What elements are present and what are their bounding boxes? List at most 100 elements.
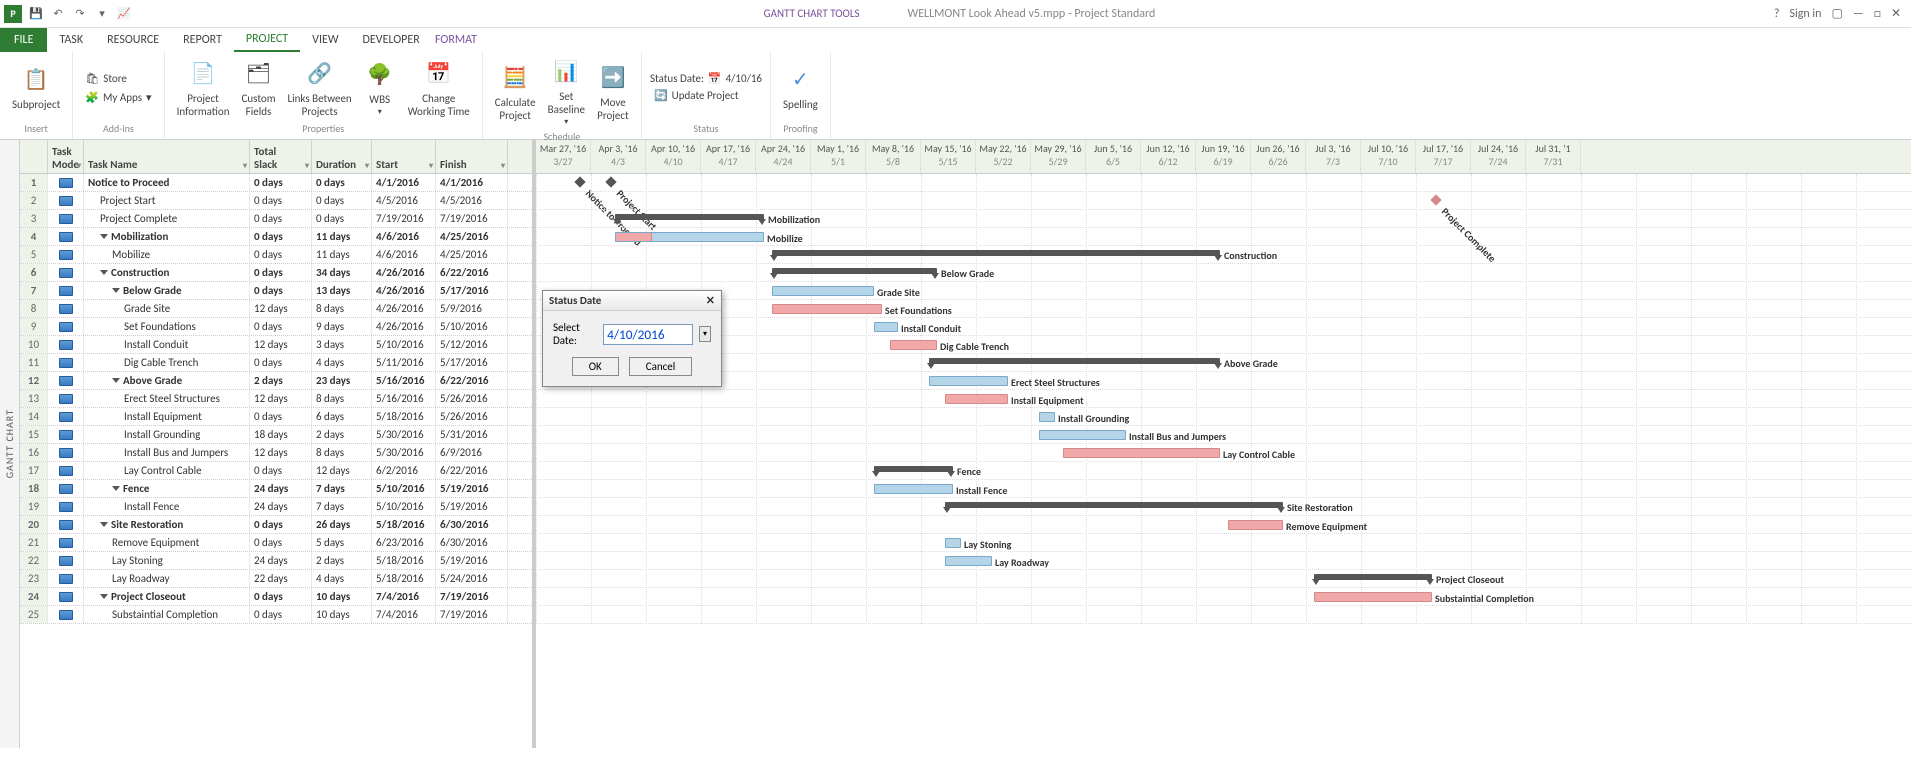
task-name-cell[interactable]: Fence bbox=[84, 480, 250, 497]
table-row[interactable]: 22Lay Stoning24 days2 days5/18/20165/19/… bbox=[20, 552, 532, 570]
dialog-date-dropdown[interactable]: ▾ bbox=[699, 326, 711, 342]
row-number[interactable]: 13 bbox=[20, 390, 48, 407]
row-number[interactable]: 4 bbox=[20, 228, 48, 245]
gantt-row[interactable]: Mobilization bbox=[536, 210, 1911, 228]
slack-cell[interactable]: 12 days bbox=[250, 390, 312, 407]
table-row[interactable]: 21Remove Equipment0 days5 days6/23/20166… bbox=[20, 534, 532, 552]
gantt-row[interactable]: Lay Roadway bbox=[536, 552, 1911, 570]
gantt-task-bar[interactable]: Lay Roadway bbox=[945, 556, 992, 566]
minimize-icon[interactable]: — bbox=[1853, 7, 1864, 21]
row-number[interactable]: 18 bbox=[20, 480, 48, 497]
gantt-summary-bar[interactable]: Fence bbox=[874, 466, 953, 472]
start-cell[interactable]: 4/26/2016 bbox=[372, 300, 436, 317]
slack-cell[interactable]: 0 days bbox=[250, 354, 312, 371]
row-number[interactable]: 8 bbox=[20, 300, 48, 317]
start-cell[interactable]: 5/10/2016 bbox=[372, 336, 436, 353]
wbs-button[interactable]: 🌳WBS▾ bbox=[360, 57, 400, 120]
row-number[interactable]: 6 bbox=[20, 264, 48, 281]
gantt-row[interactable]: Erect Steel Structures bbox=[536, 372, 1911, 390]
gantt-task-bar[interactable]: Remove Equipment bbox=[1228, 520, 1283, 530]
task-name-cell[interactable]: Erect Steel Structures bbox=[84, 390, 250, 407]
start-cell[interactable]: 5/18/2016 bbox=[372, 552, 436, 569]
task-name-cell[interactable]: Install Conduit bbox=[84, 336, 250, 353]
task-mode-cell[interactable] bbox=[48, 552, 84, 569]
start-cell[interactable]: 5/18/2016 bbox=[372, 570, 436, 587]
row-number[interactable]: 24 bbox=[20, 588, 48, 605]
duration-cell[interactable]: 7 days bbox=[312, 480, 372, 497]
slack-cell[interactable]: 0 days bbox=[250, 210, 312, 227]
gantt-task-bar[interactable]: Mobilize bbox=[615, 232, 764, 242]
finish-cell[interactable]: 5/31/2016 bbox=[436, 426, 508, 443]
start-cell[interactable]: 5/18/2016 bbox=[372, 408, 436, 425]
gantt-summary-bar[interactable]: Site Restoration bbox=[945, 502, 1283, 508]
col-task-mode[interactable]: Task Mode▾ bbox=[48, 140, 84, 173]
gantt-row[interactable]: Fence bbox=[536, 462, 1911, 480]
table-row[interactable]: 1Notice to Proceed0 days0 days4/1/20164/… bbox=[20, 174, 532, 192]
table-row[interactable]: 20Site Restoration0 days26 days5/18/2016… bbox=[20, 516, 532, 534]
slack-cell[interactable]: 0 days bbox=[250, 516, 312, 533]
finish-cell[interactable]: 5/26/2016 bbox=[436, 390, 508, 407]
duration-cell[interactable]: 8 days bbox=[312, 300, 372, 317]
slack-cell[interactable]: 24 days bbox=[250, 552, 312, 569]
gantt-row[interactable]: Set Foundations bbox=[536, 300, 1911, 318]
duration-cell[interactable]: 11 days bbox=[312, 246, 372, 263]
finish-cell[interactable]: 4/5/2016 bbox=[436, 192, 508, 209]
table-row[interactable]: 4Mobilization0 days11 days4/6/20164/25/2… bbox=[20, 228, 532, 246]
duration-cell[interactable]: 9 days bbox=[312, 318, 372, 335]
task-name-cell[interactable]: Construction bbox=[84, 264, 250, 281]
finish-cell[interactable]: 4/1/2016 bbox=[436, 174, 508, 191]
row-number[interactable]: 2 bbox=[20, 192, 48, 209]
gantt-task-bar[interactable]: Lay Control Cable bbox=[1063, 448, 1220, 458]
slack-cell[interactable]: 2 days bbox=[250, 372, 312, 389]
task-mode-cell[interactable] bbox=[48, 210, 84, 227]
duration-cell[interactable]: 26 days bbox=[312, 516, 372, 533]
table-row[interactable]: 12Above Grade2 days23 days5/16/20166/22/… bbox=[20, 372, 532, 390]
ribbon-collapse-icon[interactable]: ▢ bbox=[1831, 6, 1842, 21]
row-number[interactable]: 10 bbox=[20, 336, 48, 353]
slack-cell[interactable]: 0 days bbox=[250, 246, 312, 263]
task-name-cell[interactable]: Mobilize bbox=[84, 246, 250, 263]
calculate-project-button[interactable]: 🧮Calculate Project bbox=[491, 60, 540, 124]
row-number[interactable]: 5 bbox=[20, 246, 48, 263]
project-info-button[interactable]: 📄Project Information bbox=[173, 56, 234, 120]
start-cell[interactable]: 6/2/2016 bbox=[372, 462, 436, 479]
finish-cell[interactable]: 6/22/2016 bbox=[436, 264, 508, 281]
slack-cell[interactable]: 22 days bbox=[250, 570, 312, 587]
task-mode-cell[interactable] bbox=[48, 462, 84, 479]
tab-view[interactable]: VIEW bbox=[300, 29, 350, 51]
duration-cell[interactable]: 5 days bbox=[312, 534, 372, 551]
dialog-cancel-button[interactable]: Cancel bbox=[629, 357, 693, 376]
row-number[interactable]: 12 bbox=[20, 372, 48, 389]
task-name-cell[interactable]: Above Grade bbox=[84, 372, 250, 389]
gantt-summary-bar[interactable]: Above Grade bbox=[929, 358, 1220, 364]
links-between-button[interactable]: 🔗Links Between Projects bbox=[284, 56, 356, 120]
col-finish[interactable]: Finish▾ bbox=[436, 140, 508, 173]
start-cell[interactable]: 5/18/2016 bbox=[372, 516, 436, 533]
store-button[interactable]: 🛍Store bbox=[81, 70, 155, 87]
activity-icon[interactable]: 📈 bbox=[116, 6, 132, 22]
start-cell[interactable]: 7/4/2016 bbox=[372, 588, 436, 605]
task-mode-cell[interactable] bbox=[48, 408, 84, 425]
start-cell[interactable]: 4/6/2016 bbox=[372, 246, 436, 263]
row-number[interactable]: 25 bbox=[20, 606, 48, 623]
start-cell[interactable]: 5/10/2016 bbox=[372, 498, 436, 515]
duration-cell[interactable]: 8 days bbox=[312, 390, 372, 407]
table-row[interactable]: 6Construction0 days34 days4/26/20166/22/… bbox=[20, 264, 532, 282]
start-cell[interactable]: 5/11/2016 bbox=[372, 354, 436, 371]
task-mode-cell[interactable] bbox=[48, 174, 84, 191]
finish-cell[interactable]: 6/30/2016 bbox=[436, 534, 508, 551]
duration-cell[interactable]: 4 days bbox=[312, 570, 372, 587]
task-mode-cell[interactable] bbox=[48, 318, 84, 335]
task-mode-cell[interactable] bbox=[48, 336, 84, 353]
tab-resource[interactable]: RESOURCE bbox=[95, 29, 171, 51]
table-row[interactable]: 2Project Start0 days0 days4/5/20164/5/20… bbox=[20, 192, 532, 210]
slack-cell[interactable]: 0 days bbox=[250, 192, 312, 209]
slack-cell[interactable]: 0 days bbox=[250, 228, 312, 245]
start-cell[interactable]: 7/19/2016 bbox=[372, 210, 436, 227]
gantt-task-bar[interactable]: Substaintial Completion bbox=[1314, 592, 1432, 602]
subproject-button[interactable]: 📋 Subproject bbox=[8, 62, 64, 113]
start-cell[interactable]: 4/26/2016 bbox=[372, 282, 436, 299]
duration-cell[interactable]: 7 days bbox=[312, 498, 372, 515]
col-task-name[interactable]: Task Name▾ bbox=[84, 140, 250, 173]
row-number[interactable]: 19 bbox=[20, 498, 48, 515]
